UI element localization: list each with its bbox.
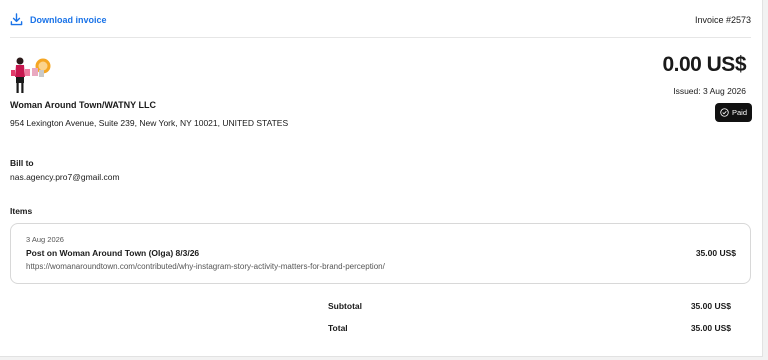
subtotal-label: Subtotal [328,301,362,311]
item-price: 35.00 US$ [695,248,736,258]
bill-to-email: nas.agency.pro7@gmail.com [10,172,120,182]
invoice-number: Invoice #2573 [694,15,751,25]
seller-address: 954 Lexington Avenue, Suite 239, New Yor… [10,118,289,128]
check-circle-icon [720,108,729,117]
paid-status-label: Paid [731,108,747,117]
total-value: 35.00 US$ [690,323,731,333]
item-date: 3 Aug 2026 [26,235,64,244]
invoice-header: Download invoice Invoice #2573 [10,0,751,38]
items-heading: Items [10,206,33,216]
seller-logo [10,56,52,94]
download-icon [10,13,23,26]
issued-date: Issued: 3 Aug 2026 [673,86,746,96]
item-url: https://womanaroundtown.com/contributed/… [26,262,385,271]
invoice-card: Download invoice Invoice #2573 Woman Aro… [0,0,763,357]
bill-to-heading: Bill to [10,158,34,168]
item-title: Post on Woman Around Town (Olga) 8/3/26 [26,248,200,258]
subtotal-value: 35.00 US$ [690,301,731,311]
invoice-amount: 0.00 US$ [662,53,746,76]
total-label: Total [328,323,348,333]
list-item: 3 Aug 2026 Post on Woman Around Town (Ol… [10,223,751,284]
download-invoice-button[interactable]: Download invoice [10,13,107,26]
download-invoice-label: Download invoice [30,14,107,25]
seller-name: Woman Around Town/WATNY LLC [10,100,156,110]
paid-status-badge: Paid [715,103,752,122]
